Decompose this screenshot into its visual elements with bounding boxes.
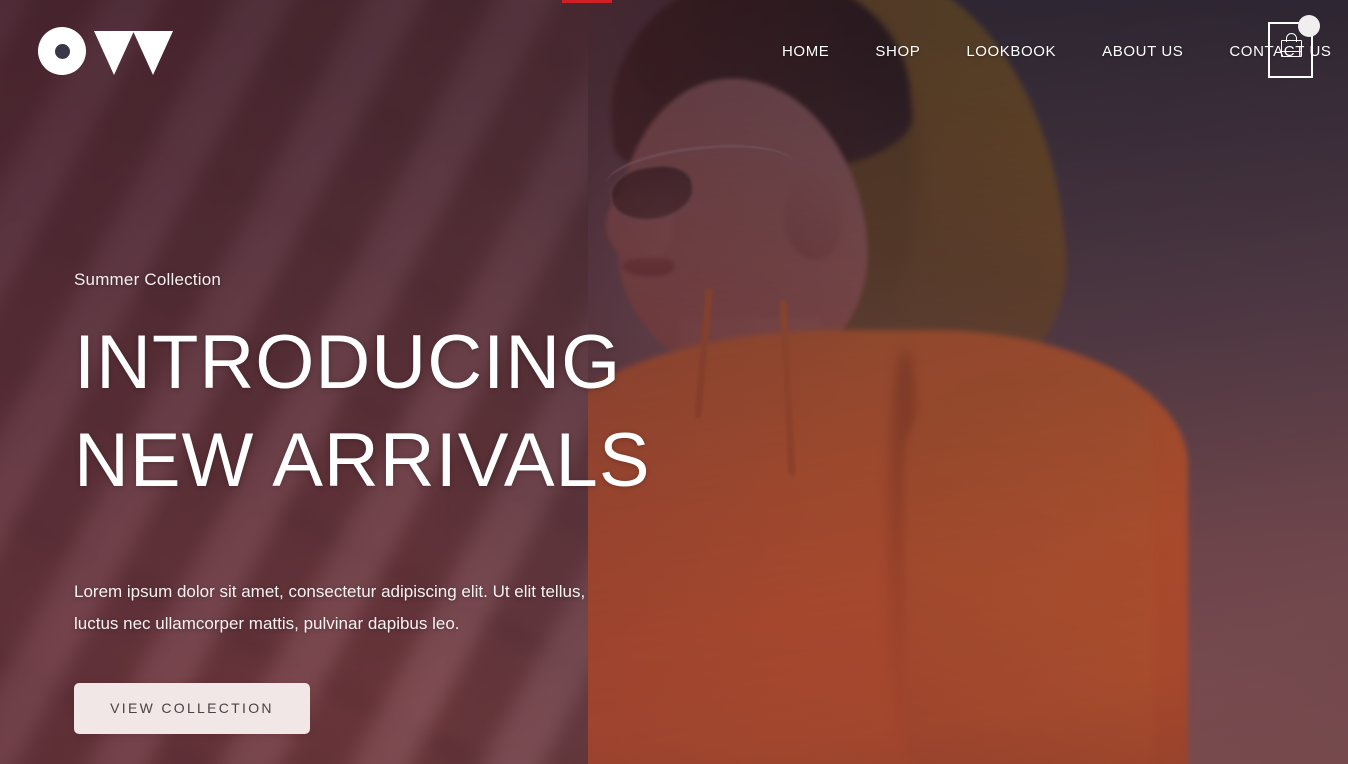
main-navigation: HOME SHOP LOOKBOOK ABOUT US CONTACT US: [770, 0, 1348, 102]
hero-description-line-2: luctus nec ullamcorper mattis, pulvinar …: [74, 613, 460, 633]
hero-section: HOME SHOP LOOKBOOK ABOUT US CONTACT US S…: [0, 0, 1348, 764]
logo-w-triangle-right: [133, 31, 173, 75]
logo-o-hole: [54, 43, 70, 59]
ow-logo[interactable]: [38, 24, 174, 78]
logo-w-icon: [94, 27, 173, 75]
view-collection-button[interactable]: VIEW COLLECTION: [74, 682, 310, 734]
shopping-bag-icon: [1281, 40, 1302, 57]
nav-about-us[interactable]: ABOUT US: [1079, 43, 1206, 60]
shopping-bag-line: [1281, 51, 1302, 53]
nav-shop[interactable]: SHOP: [852, 43, 943, 60]
hero-content: Summer Collection INTRODUCING NEW ARRIVA…: [74, 270, 694, 734]
site-header: HOME SHOP LOOKBOOK ABOUT US CONTACT US: [0, 0, 1348, 102]
nav-lookbook[interactable]: LOOKBOOK: [943, 43, 1079, 60]
hero-headline-line-1: INTRODUCING: [74, 320, 622, 405]
hero-eyebrow: Summer Collection: [74, 270, 222, 289]
hero-description-line-1: Lorem ipsum dolor sit amet, consectetur …: [74, 582, 586, 602]
nav-home[interactable]: HOME: [770, 43, 852, 60]
logo-w-triangle-left: [94, 31, 134, 75]
hero-headline-line-2: NEW ARRIVALS: [74, 418, 651, 504]
hero-headline: INTRODUCING NEW ARRIVALS: [74, 314, 694, 510]
cart-count-badge: [1298, 15, 1320, 37]
cart-button[interactable]: [1268, 15, 1320, 78]
cart-icon-wrap: [1270, 15, 1320, 76]
hero-description: Lorem ipsum dolor sit amet, consectetur …: [74, 576, 604, 639]
logo-o-icon: [38, 27, 86, 75]
